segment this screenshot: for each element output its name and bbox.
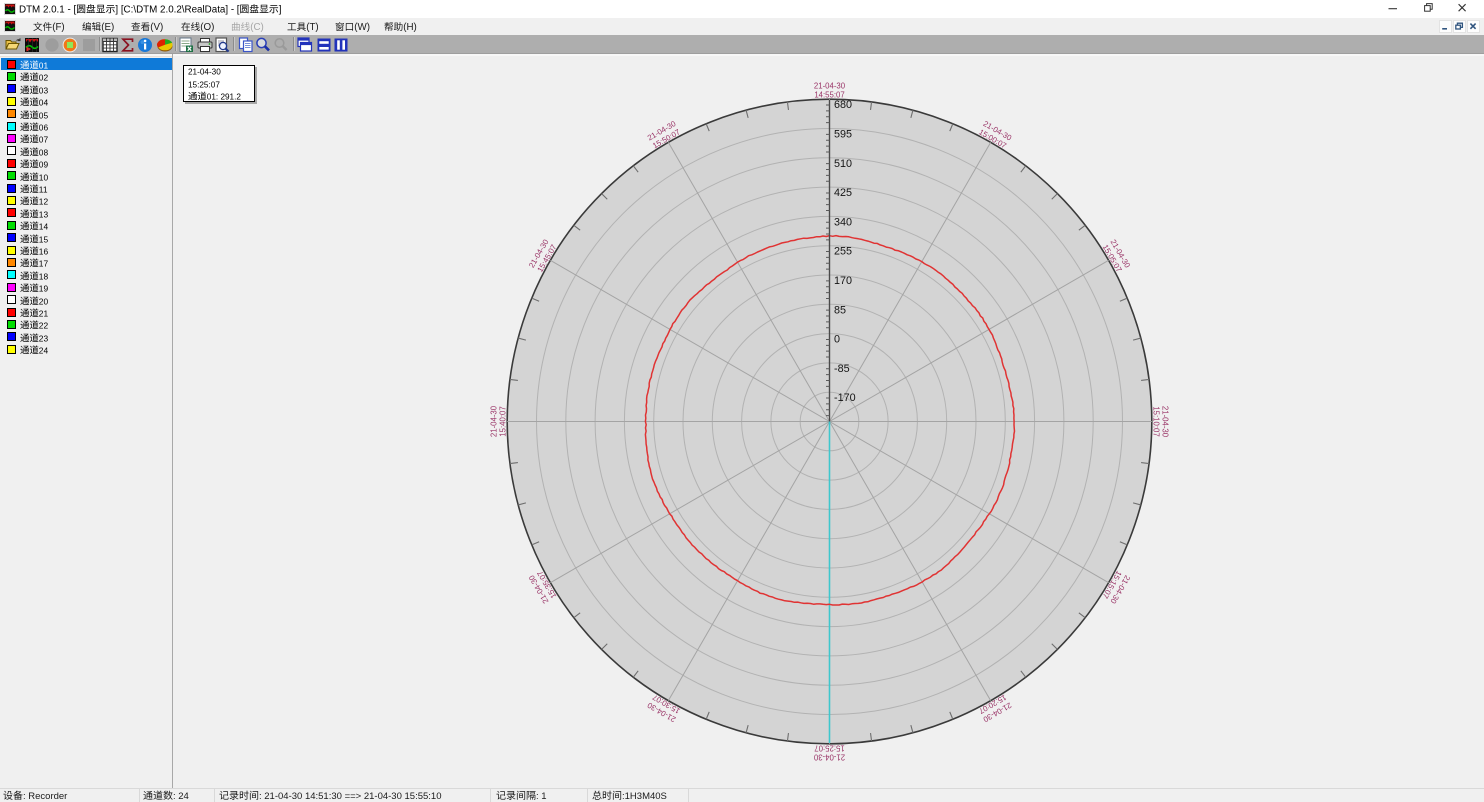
svg-text:-85: -85 [834, 363, 850, 375]
svg-text:680: 680 [834, 99, 852, 111]
svg-text:21-04-30: 21-04-30 [489, 405, 498, 437]
svg-text:21-04-30: 21-04-30 [813, 753, 845, 762]
svg-text:15:25:07: 15:25:07 [814, 743, 844, 752]
svg-text:15:10:07: 15:10:07 [1151, 406, 1160, 436]
svg-text:14:55:07: 14:55:07 [814, 91, 844, 100]
svg-text:: 21-04-30 14:51:30 ==> 21-04-: : 21-04-30 14:51:30 ==> 21-04-30 15:55:1… [259, 791, 442, 802]
svg-text:0: 0 [834, 334, 840, 346]
svg-text:21-04-30: 21-04-30 [1161, 406, 1170, 438]
svg-text:170: 170 [834, 275, 852, 287]
svg-text:595: 595 [834, 129, 852, 141]
svg-text:21-04-30: 21-04-30 [188, 68, 221, 77]
svg-text:15:25:07: 15:25:07 [188, 80, 220, 89]
svg-text:: Recorder: : Recorder [23, 791, 67, 802]
svg-text:15:40:07: 15:40:07 [499, 406, 508, 436]
svg-text:425: 425 [834, 187, 852, 199]
svg-text:255: 255 [834, 246, 852, 258]
svg-text:85: 85 [834, 304, 846, 316]
svg-text:21-04-30: 21-04-30 [814, 81, 846, 90]
svg-text:: 1: : 1 [536, 791, 547, 802]
svg-text:340: 340 [834, 216, 852, 228]
svg-text:-170: -170 [834, 392, 856, 404]
svg-text::1H3M40S: :1H3M40S [622, 791, 667, 802]
svg-text:510: 510 [834, 158, 852, 170]
svg-text:: 24: : 24 [173, 791, 189, 802]
svg-text:01: 291.2: 01: 291.2 [206, 93, 241, 102]
